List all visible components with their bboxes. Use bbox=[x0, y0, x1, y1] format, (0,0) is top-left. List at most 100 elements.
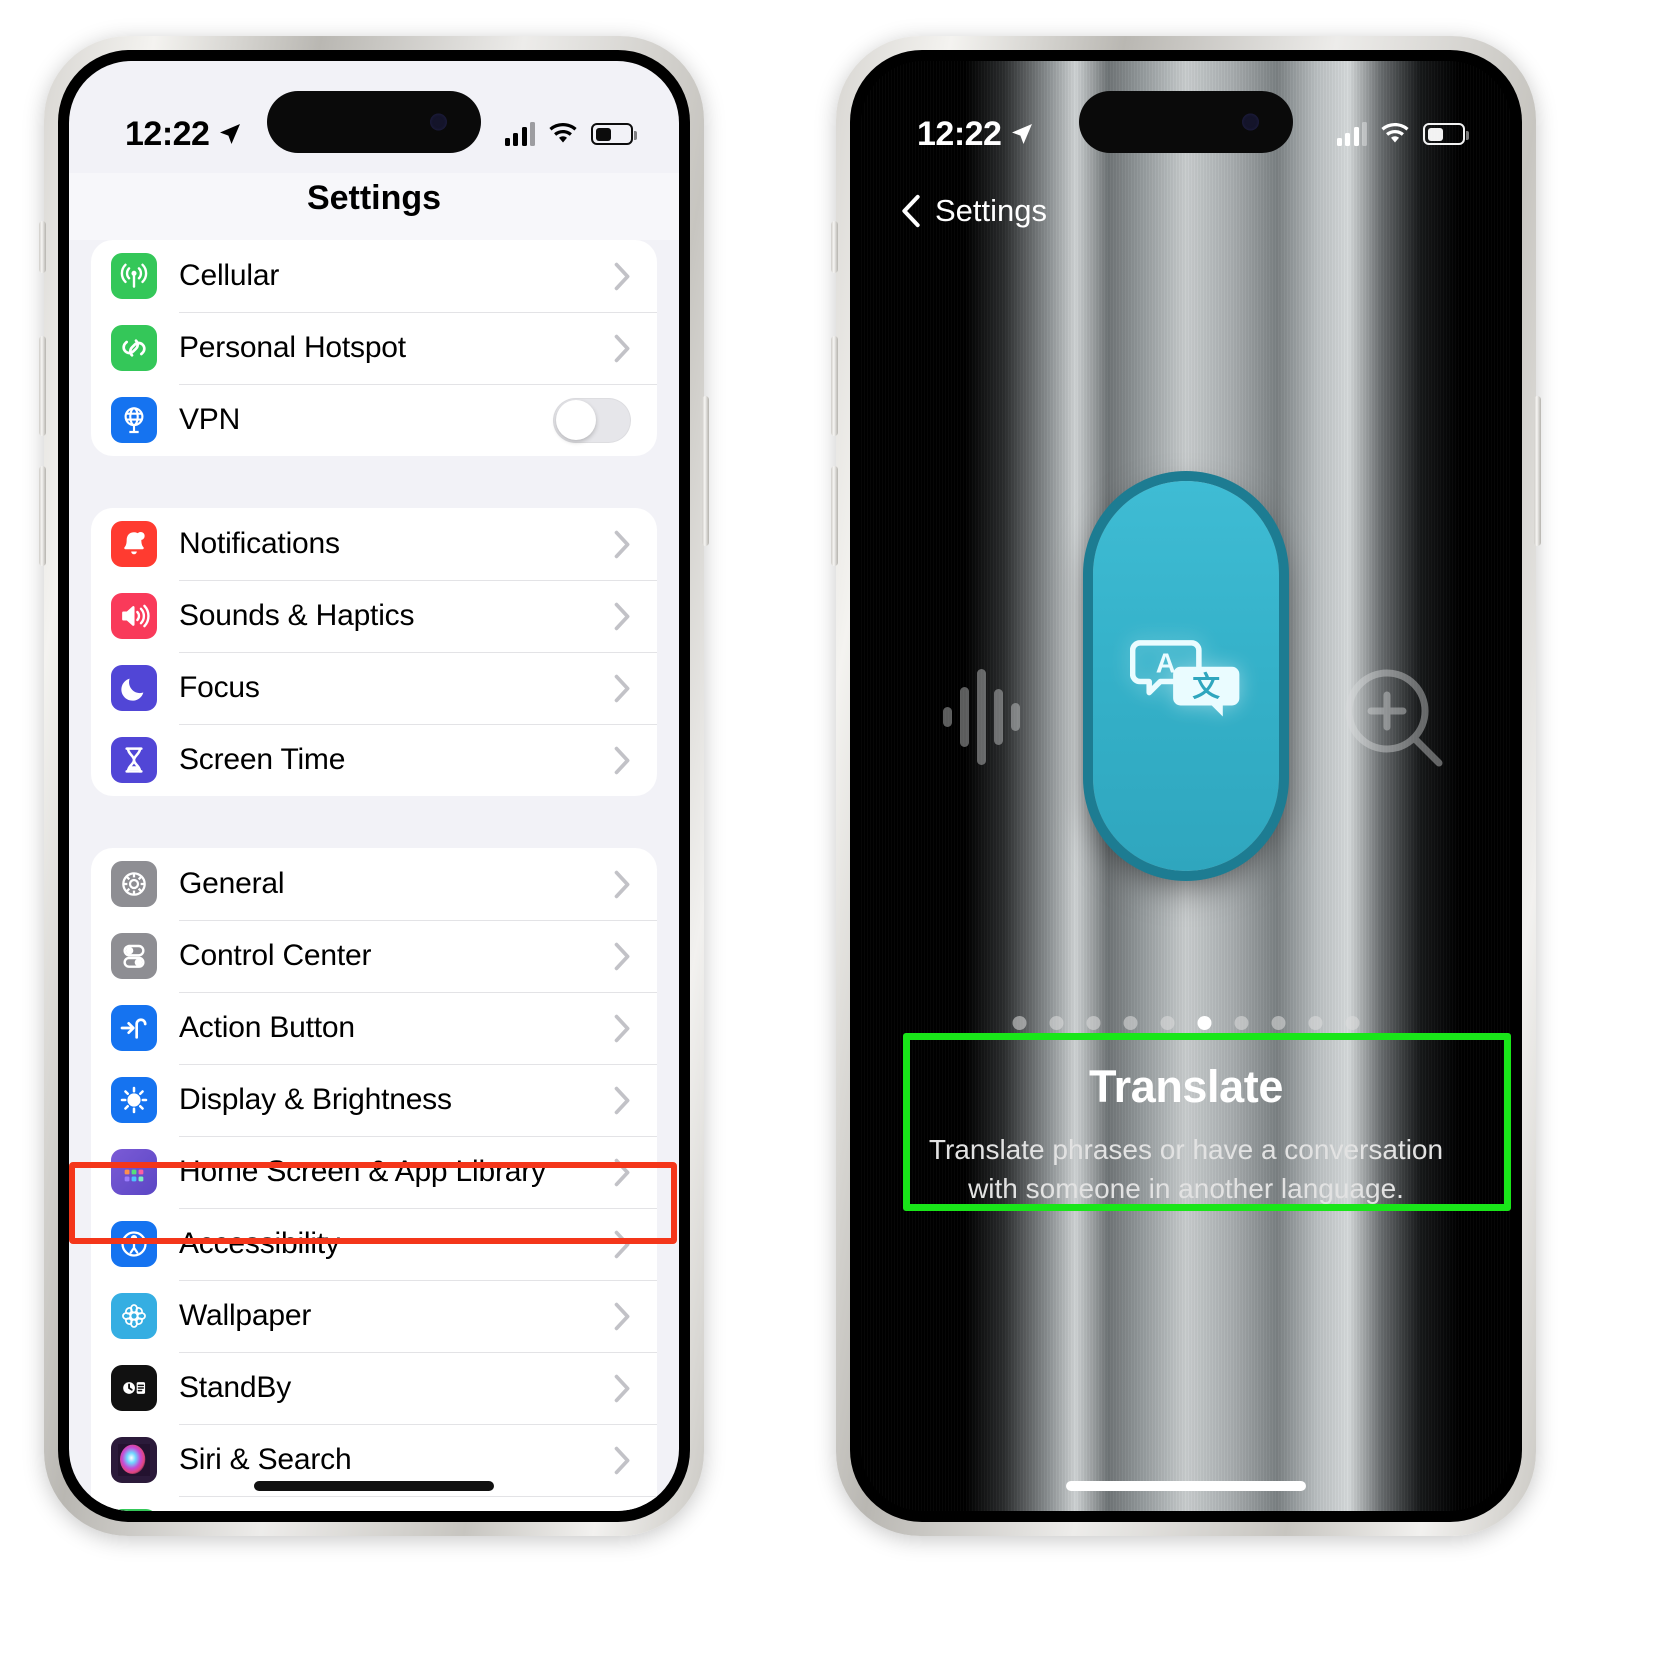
page-dot-active[interactable] bbox=[1197, 1016, 1212, 1030]
action-selection-text-block: Translate Translate phrases or have a co… bbox=[861, 1061, 1511, 1208]
page-dot[interactable] bbox=[1012, 1016, 1027, 1030]
home-indicator-right[interactable] bbox=[1066, 1481, 1306, 1491]
volume-down-button[interactable] bbox=[831, 466, 838, 566]
settings-row-general[interactable]: General bbox=[91, 848, 657, 920]
accessibility-icon bbox=[111, 1221, 157, 1267]
cellular-signal-icon bbox=[504, 122, 535, 146]
page-title: Settings bbox=[69, 173, 679, 240]
location-arrow-icon bbox=[220, 124, 241, 144]
settings-row-label: Home Screen & App Library bbox=[179, 1155, 546, 1188]
settings-row-face-id-passcode[interactable]: Face ID & Passcode bbox=[91, 1496, 657, 1511]
chevron-right-icon bbox=[614, 674, 631, 703]
settings-row-label: Siri & Search bbox=[179, 1443, 352, 1476]
battery-icon bbox=[1423, 123, 1469, 145]
device-bezel-right: 12:22 Settings A 文 Translate Translate p… bbox=[850, 50, 1522, 1522]
status-bar-time-group: 12:22 bbox=[125, 115, 242, 154]
chevron-left-icon bbox=[902, 194, 920, 228]
page-dot[interactable] bbox=[1086, 1016, 1101, 1030]
settings-row-label: Control Center bbox=[179, 939, 372, 972]
settings-row-standby[interactable]: StandBy bbox=[91, 1352, 657, 1424]
chevron-right-icon bbox=[614, 1158, 631, 1187]
screen-left: 12:22 Settings Cellular Personal Hotspot… bbox=[69, 61, 679, 1511]
toggle-knob bbox=[555, 400, 596, 440]
magnifier-icon[interactable] bbox=[1337, 661, 1449, 773]
silent-switch[interactable] bbox=[39, 221, 46, 273]
cellular-icon bbox=[111, 253, 157, 299]
svg-text:文: 文 bbox=[1192, 671, 1220, 702]
cellular-signal-icon bbox=[1336, 122, 1367, 146]
wifi-icon bbox=[549, 122, 577, 143]
settings-row-notifications[interactable]: Notifications bbox=[91, 508, 657, 580]
settings-app: 12:22 Settings Cellular Personal Hotspot… bbox=[69, 61, 679, 1511]
page-indicator-dots[interactable] bbox=[1012, 1016, 1360, 1030]
settings-row-wallpaper[interactable]: Wallpaper bbox=[91, 1280, 657, 1352]
action-button-pill[interactable]: A 文 bbox=[1093, 481, 1279, 871]
status-bar-indicators-left bbox=[504, 122, 637, 146]
power-button[interactable] bbox=[702, 396, 709, 546]
location-arrow-icon bbox=[1012, 124, 1033, 144]
standby-clock-icon bbox=[111, 1365, 157, 1411]
page-dot[interactable] bbox=[1271, 1016, 1286, 1030]
settings-row-label: Wallpaper bbox=[179, 1299, 312, 1332]
volume-down-button[interactable] bbox=[39, 466, 46, 566]
chevron-right-icon bbox=[614, 942, 631, 971]
chevron-right-icon bbox=[614, 1302, 631, 1331]
volume-up-button[interactable] bbox=[831, 336, 838, 436]
front-camera-icon bbox=[430, 113, 447, 131]
action-description: Translate phrases or have a conversation… bbox=[928, 1134, 1444, 1204]
settings-row-label: Accessibility bbox=[179, 1227, 340, 1260]
page-dot[interactable] bbox=[1345, 1016, 1360, 1030]
action-button-hardware[interactable] bbox=[831, 221, 838, 273]
status-bar-indicators-right bbox=[1336, 122, 1469, 146]
page-dot[interactable] bbox=[1123, 1016, 1138, 1030]
action-title: Translate bbox=[1088, 1061, 1283, 1112]
settings-row-personal-hotspot[interactable]: Personal Hotspot bbox=[91, 312, 657, 384]
settings-row-control-center[interactable]: Control Center bbox=[91, 920, 657, 992]
chevron-right-icon bbox=[614, 1230, 631, 1259]
settings-row-home-screen[interactable]: Home Screen & App Library bbox=[91, 1136, 657, 1208]
settings-group-system: General Control Center Action Button Dis… bbox=[91, 848, 657, 1511]
siri-orb-icon bbox=[111, 1437, 157, 1483]
settings-row-screen-time[interactable]: Screen Time bbox=[91, 724, 657, 796]
dynamic-island-right bbox=[1079, 91, 1293, 153]
page-dot[interactable] bbox=[1234, 1016, 1249, 1030]
screenshot-stage: 12:22 Settings Cellular Personal Hotspot… bbox=[0, 0, 1678, 1665]
settings-group-alerts: Notifications Sounds & Haptics Focus Scr… bbox=[91, 508, 657, 796]
clock-label: 12:22 bbox=[917, 114, 1002, 153]
page-dot[interactable] bbox=[1308, 1016, 1323, 1030]
settings-group-connectivity: Cellular Personal Hotspot VPN bbox=[91, 240, 657, 456]
settings-row-sounds-haptics[interactable]: Sounds & Haptics bbox=[91, 580, 657, 652]
iphone-device-left: 12:22 Settings Cellular Personal Hotspot… bbox=[39, 36, 709, 1536]
settings-row-label: VPN bbox=[179, 403, 241, 436]
back-button-label: Settings bbox=[935, 193, 1048, 228]
vpn-toggle[interactable] bbox=[553, 397, 631, 443]
settings-list[interactable]: Cellular Personal Hotspot VPN Notificati… bbox=[69, 240, 679, 1511]
wallpaper-flower-icon bbox=[111, 1293, 157, 1339]
chevron-right-icon bbox=[614, 1086, 631, 1115]
home-indicator-left[interactable] bbox=[254, 1481, 494, 1491]
chevron-right-icon bbox=[614, 602, 631, 631]
dynamic-island-left bbox=[267, 91, 481, 153]
volume-up-button[interactable] bbox=[39, 336, 46, 436]
page-dot[interactable] bbox=[1160, 1016, 1175, 1030]
iphone-device-right: 12:22 Settings A 文 Translate Translate p… bbox=[831, 36, 1541, 1536]
action-button-icon bbox=[111, 1005, 157, 1051]
settings-row-cellular[interactable]: Cellular bbox=[91, 240, 657, 312]
settings-row-accessibility[interactable]: Accessibility bbox=[91, 1208, 657, 1280]
voice-memo-waveform-icon[interactable] bbox=[939, 661, 1025, 771]
page-dot[interactable] bbox=[1049, 1016, 1064, 1030]
display-brightness-icon bbox=[111, 1077, 157, 1123]
power-button[interactable] bbox=[1534, 396, 1541, 546]
settings-row-focus[interactable]: Focus bbox=[91, 652, 657, 724]
settings-row-display-brightness[interactable]: Display & Brightness bbox=[91, 1064, 657, 1136]
settings-row-vpn[interactable]: VPN bbox=[91, 384, 657, 456]
face-id-icon bbox=[111, 1509, 157, 1511]
settings-row-label: Sounds & Haptics bbox=[179, 599, 415, 632]
notifications-bell-icon bbox=[111, 521, 157, 567]
chevron-right-icon bbox=[614, 262, 631, 291]
settings-row-action-button[interactable]: Action Button bbox=[91, 992, 657, 1064]
device-bezel-left: 12:22 Settings Cellular Personal Hotspot… bbox=[58, 50, 690, 1522]
settings-row-label: Notifications bbox=[179, 527, 340, 560]
translate-icon: A 文 bbox=[1130, 640, 1240, 717]
back-button[interactable]: Settings bbox=[901, 193, 1047, 229]
